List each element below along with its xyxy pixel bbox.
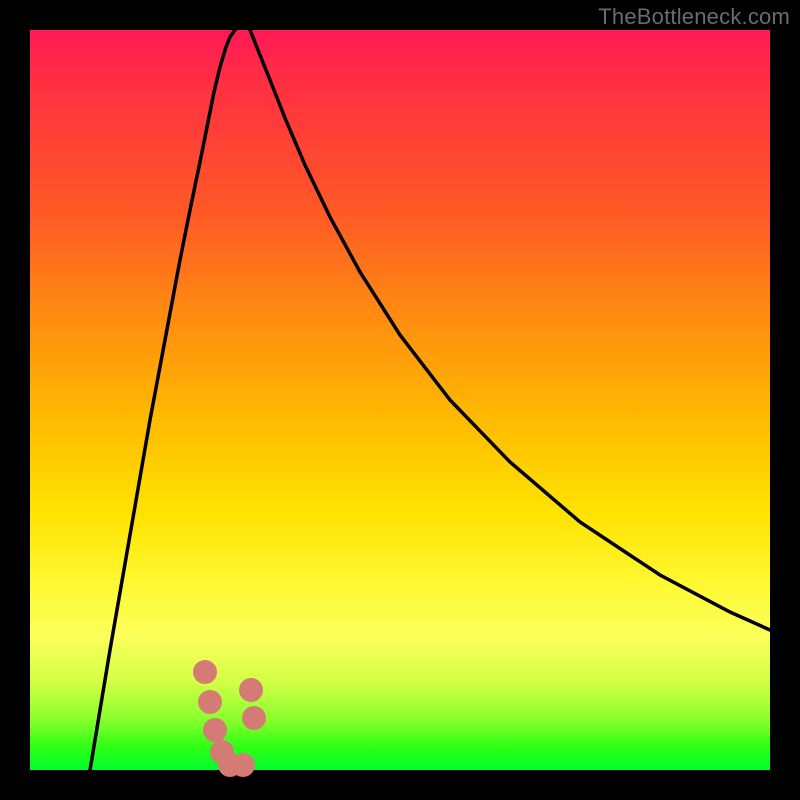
dot-left-1	[193, 660, 217, 684]
watermark-text: TheBottleneck.com	[598, 4, 790, 30]
dot-valley-2	[231, 753, 255, 777]
chart-frame: TheBottleneck.com	[0, 0, 800, 800]
plot-area	[30, 30, 770, 770]
dot-right-1	[239, 678, 263, 702]
dot-left-3	[203, 718, 227, 742]
markers	[193, 660, 266, 777]
left-curve	[90, 30, 235, 770]
dot-right-2	[242, 706, 266, 730]
right-curve	[250, 30, 770, 630]
dot-left-2	[198, 690, 222, 714]
curves-svg	[30, 30, 770, 770]
